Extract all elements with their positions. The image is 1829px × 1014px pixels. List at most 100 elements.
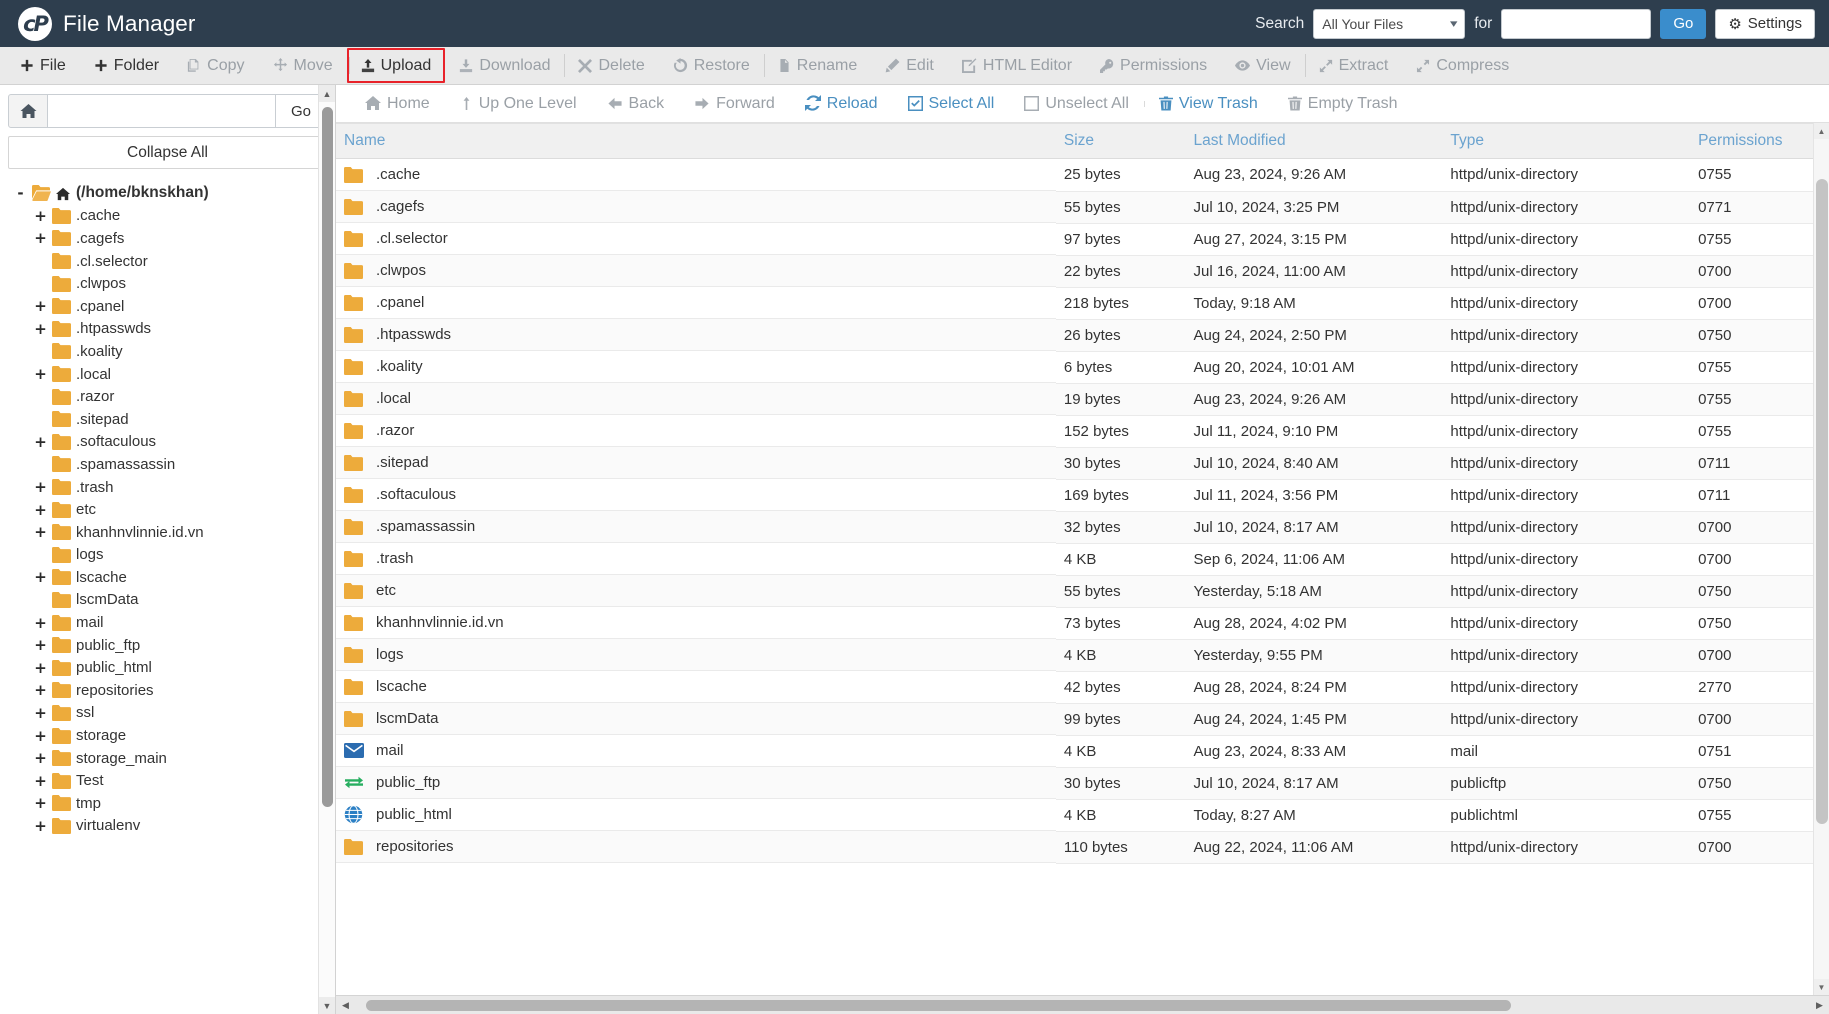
tree-toggle-icon[interactable]: -: [14, 184, 27, 202]
scroll-right-icon[interactable]: ▶: [1810, 996, 1829, 1014]
tree-node-cpanel[interactable]: +.cpanel: [4, 295, 335, 318]
tree-toggle-icon[interactable]: +: [34, 817, 47, 835]
tree-node-logs[interactable]: logs: [4, 544, 335, 567]
table-row[interactable]: .sitepad30 bytesJul 10, 2024, 8:40 AMhtt…: [336, 447, 1829, 479]
table-row[interactable]: .softaculous169 bytesJul 11, 2024, 3:56 …: [336, 479, 1829, 511]
table-row[interactable]: .local19 bytesAug 23, 2024, 9:26 AMhttpd…: [336, 383, 1829, 415]
tree-node-cagefs[interactable]: +.cagefs: [4, 227, 335, 250]
table-row[interactable]: .koality6 bytesAug 20, 2024, 10:01 AMhtt…: [336, 351, 1829, 383]
scroll-down-icon[interactable]: ▼: [319, 997, 335, 1014]
tree-node-sitepad[interactable]: .sitepad: [4, 408, 335, 431]
nav-reload-button[interactable]: Reload: [790, 95, 893, 113]
scroll-up-icon[interactable]: ▲: [1814, 123, 1829, 139]
tree-node-cache[interactable]: +.cache: [4, 205, 335, 228]
cell-name[interactable]: .trash: [336, 543, 1056, 575]
cell-name[interactable]: khanhnvlinnie.id.vn: [336, 607, 1056, 639]
scroll-left-icon[interactable]: ◀: [336, 996, 355, 1014]
cell-name[interactable]: .cpanel: [336, 287, 1056, 319]
cell-name[interactable]: .cagefs: [336, 191, 1056, 223]
tree-toggle-icon[interactable]: +: [34, 478, 47, 496]
column-header-modified[interactable]: Last Modified: [1185, 124, 1442, 159]
tree-toggle-icon[interactable]: +: [34, 794, 47, 812]
tree-toggle-icon[interactable]: +: [34, 365, 47, 383]
tree-node-ssl[interactable]: +ssl: [4, 702, 335, 725]
tree-node-koality[interactable]: .koality: [4, 340, 335, 363]
nav-view-trash-button[interactable]: View Trash: [1144, 95, 1273, 113]
table-row[interactable]: .htpasswds26 bytesAug 24, 2024, 2:50 PMh…: [336, 319, 1829, 351]
file-list-scrollbar[interactable]: ▲ ▼: [1813, 123, 1829, 995]
table-row[interactable]: public_ftp30 bytesJul 10, 2024, 8:17 AMp…: [336, 767, 1829, 799]
path-input[interactable]: [48, 94, 275, 128]
tree-toggle-icon[interactable]: +: [34, 433, 47, 451]
table-row[interactable]: khanhnvlinnie.id.vn73 bytesAug 28, 2024,…: [336, 607, 1829, 639]
cell-name[interactable]: .cache: [336, 159, 1056, 191]
tree-toggle-icon[interactable]: +: [34, 614, 47, 632]
table-row[interactable]: logs4 KBYesterday, 9:55 PMhttpd/unix-dir…: [336, 639, 1829, 671]
path-home-icon[interactable]: [8, 94, 48, 128]
nav-select-all-button[interactable]: Select All: [893, 95, 1010, 113]
horizontal-scroll-thumb[interactable]: [366, 1000, 1511, 1011]
cell-name[interactable]: .clwpos: [336, 255, 1056, 287]
settings-button[interactable]: ⚙ Settings: [1715, 9, 1815, 39]
sidebar-scrollbar[interactable]: ▲ ▼: [318, 85, 335, 1014]
tree-toggle-icon[interactable]: +: [34, 659, 47, 677]
column-header-size[interactable]: Size: [1056, 124, 1186, 159]
action-folder-button[interactable]: Folder: [80, 47, 173, 84]
search-go-button[interactable]: Go: [1660, 9, 1706, 39]
scroll-up-icon[interactable]: ▲: [319, 85, 335, 102]
tree-toggle-icon[interactable]: +: [34, 636, 47, 654]
action-upload-button[interactable]: Upload: [347, 48, 446, 83]
action-file-button[interactable]: File: [6, 47, 80, 84]
cell-name[interactable]: .spamassassin: [336, 511, 1056, 543]
cell-name[interactable]: lscache: [336, 671, 1056, 703]
cell-name[interactable]: .local: [336, 383, 1056, 415]
cell-name[interactable]: lscmData: [336, 703, 1056, 735]
file-list-horizontal-scrollbar[interactable]: ◀ ▶: [336, 995, 1829, 1014]
tree-node-cl-selector[interactable]: .cl.selector: [4, 250, 335, 273]
tree-toggle-icon[interactable]: +: [34, 749, 47, 767]
tree-node-razor[interactable]: .razor: [4, 385, 335, 408]
table-row[interactable]: .razor152 bytesJul 11, 2024, 9:10 PMhttp…: [336, 415, 1829, 447]
table-row[interactable]: .cache25 bytesAug 23, 2024, 9:26 AMhttpd…: [336, 159, 1829, 192]
tree-toggle-icon[interactable]: +: [34, 568, 47, 586]
cell-name[interactable]: .htpasswds: [336, 319, 1056, 351]
table-row[interactable]: .trash4 KBSep 6, 2024, 11:06 AMhttpd/uni…: [336, 543, 1829, 575]
cell-name[interactable]: .softaculous: [336, 479, 1056, 511]
table-row[interactable]: .cl.selector97 bytesAug 27, 2024, 3:15 P…: [336, 223, 1829, 255]
tree-toggle-icon[interactable]: +: [34, 727, 47, 745]
tree-toggle-icon[interactable]: +: [34, 207, 47, 225]
table-row[interactable]: lscmData99 bytesAug 24, 2024, 1:45 PMhtt…: [336, 703, 1829, 735]
nav-home-button[interactable]: Home: [350, 95, 445, 113]
cell-name[interactable]: mail: [336, 735, 1056, 767]
tree-toggle-icon[interactable]: +: [34, 704, 47, 722]
tree-node-etc[interactable]: +etc: [4, 498, 335, 521]
cell-name[interactable]: .sitepad: [336, 447, 1056, 479]
table-row[interactable]: .clwpos22 bytesJul 16, 2024, 11:00 AMhtt…: [336, 255, 1829, 287]
tree-node-khanhnvlinnie-id-vn[interactable]: +khanhnvlinnie.id.vn: [4, 521, 335, 544]
tree-node-tmp[interactable]: +tmp: [4, 792, 335, 815]
cell-name[interactable]: repositories: [336, 831, 1056, 863]
tree-node-local[interactable]: +.local: [4, 363, 335, 386]
cell-name[interactable]: logs: [336, 639, 1056, 671]
column-header-name[interactable]: Name: [336, 124, 1056, 159]
nav-unselect-all-button[interactable]: Unselect All: [1009, 95, 1144, 113]
tree-node-storage-main[interactable]: +storage_main: [4, 747, 335, 770]
table-row[interactable]: etc55 bytesYesterday, 5:18 AMhttpd/unix-…: [336, 575, 1829, 607]
tree-node-htpasswds[interactable]: +.htpasswds: [4, 318, 335, 341]
tree-node-virtualenv[interactable]: +virtualenv: [4, 815, 335, 838]
sidebar-scroll-thumb[interactable]: [322, 107, 333, 807]
tree-toggle-icon[interactable]: +: [34, 297, 47, 315]
nav-up-one-level-button[interactable]: Up One Level: [445, 95, 592, 113]
search-scope-select[interactable]: All Your Files ▾: [1313, 9, 1465, 39]
table-row[interactable]: lscache42 bytesAug 28, 2024, 8:24 PMhttp…: [336, 671, 1829, 703]
nav-back-button[interactable]: Back: [592, 95, 680, 113]
cell-name[interactable]: public_html: [336, 799, 1056, 831]
tree-node-repositories[interactable]: +repositories: [4, 679, 335, 702]
tree-node-softaculous[interactable]: +.softaculous: [4, 431, 335, 454]
table-row[interactable]: repositories110 bytesAug 22, 2024, 11:06…: [336, 831, 1829, 863]
tree-node-storage[interactable]: +storage: [4, 724, 335, 747]
tree-node-spamassassin[interactable]: .spamassassin: [4, 453, 335, 476]
tree-node-lscmdata[interactable]: lscmData: [4, 589, 335, 612]
tree-node-public-ftp[interactable]: +public_ftp: [4, 634, 335, 657]
table-row[interactable]: .cagefs55 bytesJul 10, 2024, 3:25 PMhttp…: [336, 191, 1829, 223]
